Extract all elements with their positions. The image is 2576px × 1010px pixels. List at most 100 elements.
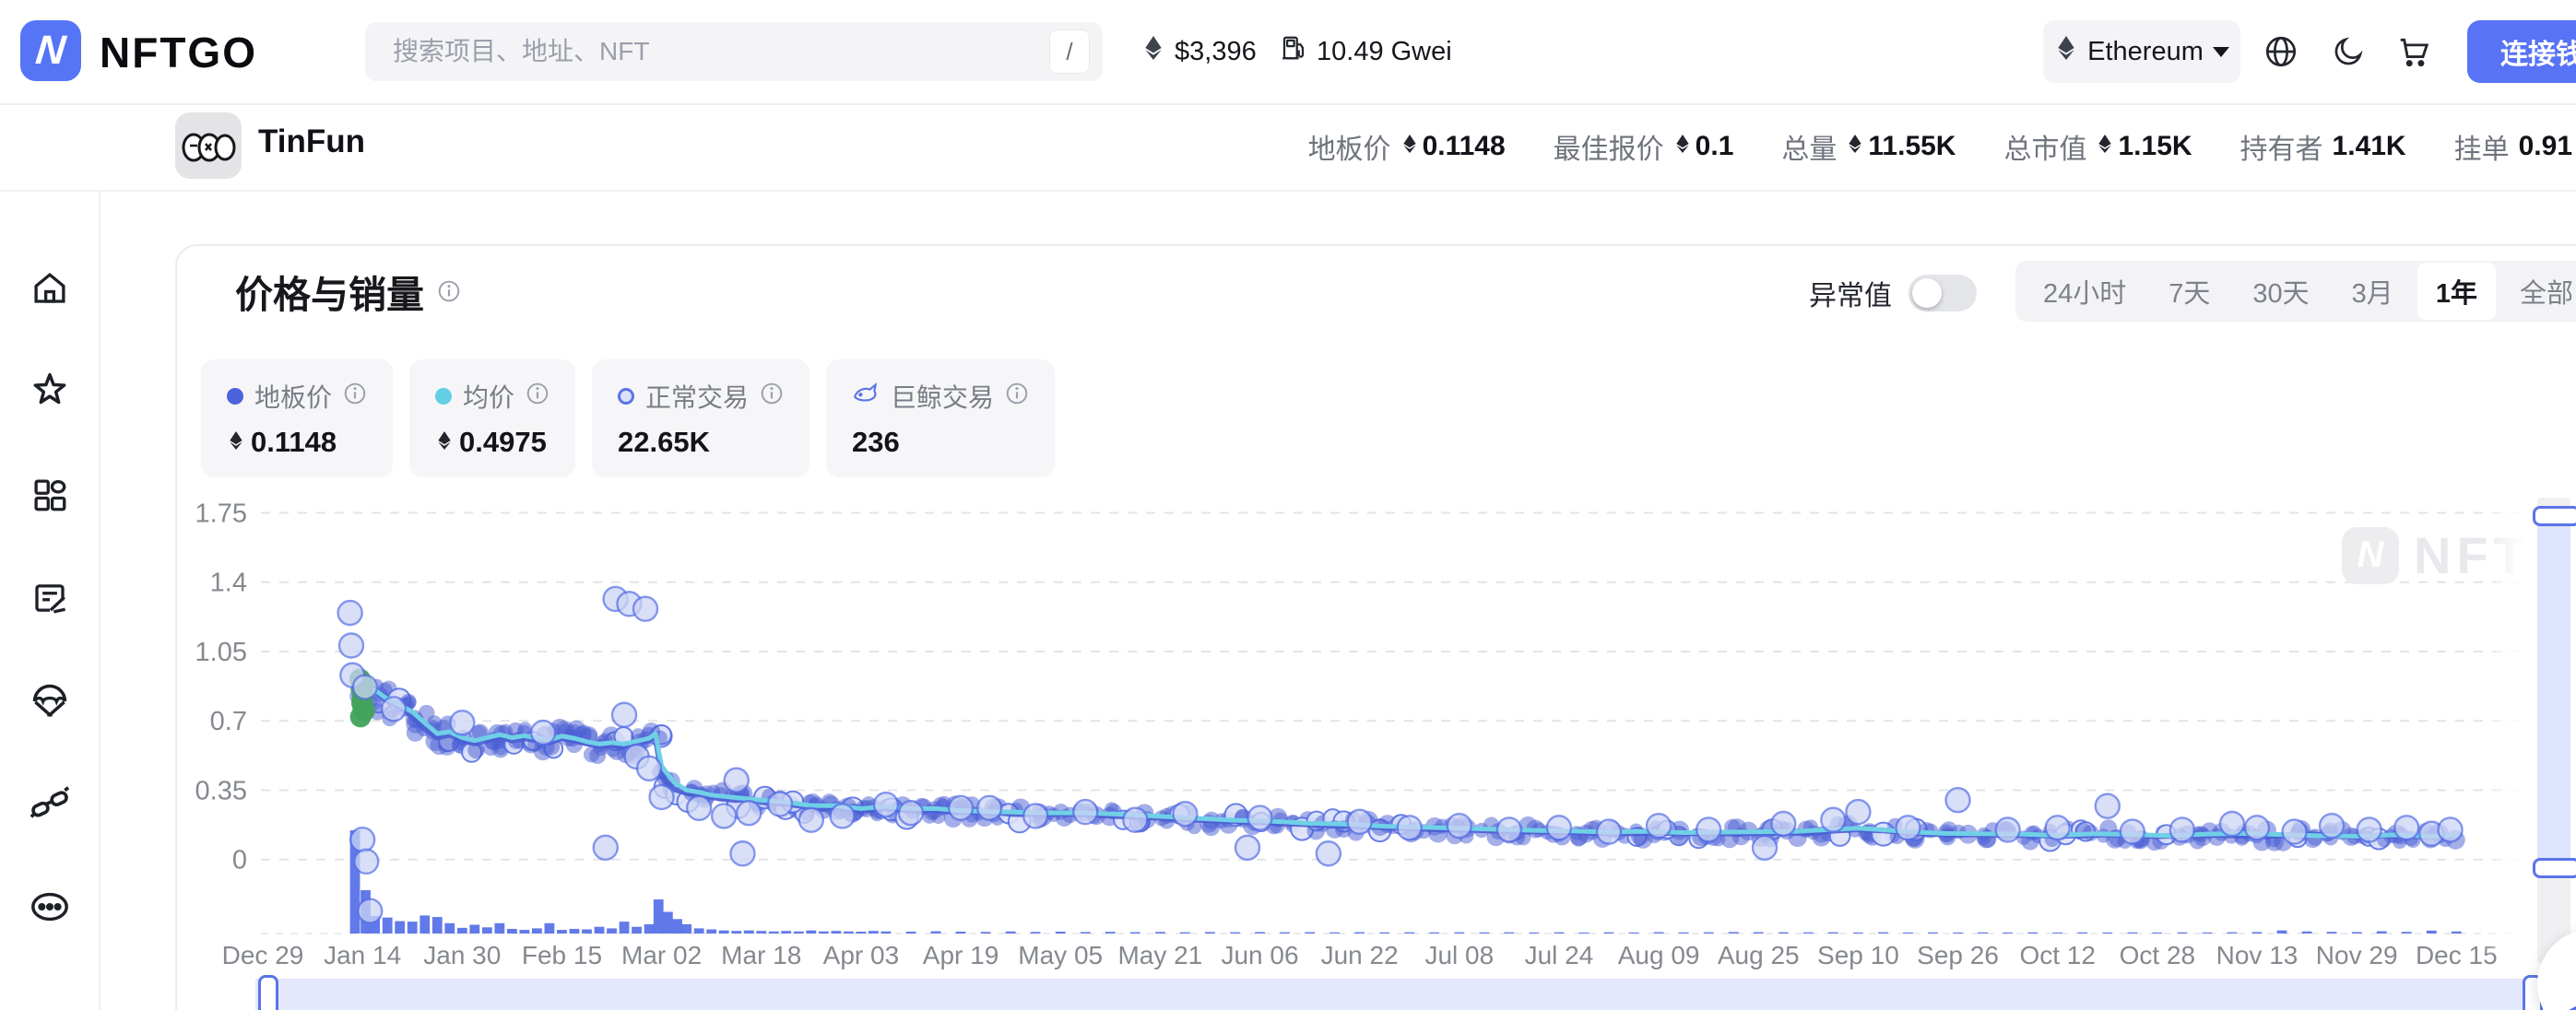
- star-icon: [30, 371, 70, 417]
- info-icon[interactable]: [437, 279, 461, 303]
- x-tick-label: Sep 26: [1917, 941, 1999, 969]
- stat-label: 总市值: [2003, 126, 2086, 167]
- legend-value: 22.65K: [618, 426, 710, 459]
- collection-bar: TinFun 地板价 0.1148 最佳报价 0.1 总量 11.55K 总市值…: [0, 103, 2576, 192]
- stat-value: 11.55K: [1846, 131, 1956, 162]
- outlier-control: 异常值: [1809, 273, 1977, 313]
- x-tick-label: May 21: [1117, 941, 1202, 969]
- cart-button[interactable]: [2393, 33, 2434, 74]
- nftgo-watermark-logo-icon: N: [2342, 527, 2399, 584]
- y-tick-label: 1.75: [195, 499, 247, 528]
- x-tick-label: Aug 25: [1718, 941, 1800, 969]
- legend-card-正常交易[interactable]: 正常交易22.65K: [592, 359, 809, 477]
- nftgo-page: 1.751.41.050.70.350Dec 29Jan 14Jan 30Feb…: [0, 0, 2576, 1010]
- collection-stat: 最佳报价 0.1: [1554, 126, 1734, 167]
- range-pill-3月[interactable]: 3月: [2334, 263, 2412, 320]
- collection-stats: 地板价 0.1148 最佳报价 0.1 总量 11.55K 总市值 1.15K …: [1308, 103, 2576, 190]
- legend-value: 236: [852, 426, 900, 459]
- collection-stat: 总市值 1.15K: [2003, 126, 2192, 167]
- sidebar-item-airdrop[interactable]: [24, 677, 76, 729]
- info-icon[interactable]: [526, 382, 549, 412]
- x-brush-handle-left[interactable]: [258, 975, 278, 1010]
- stat-label: 持有者: [2240, 126, 2323, 167]
- sidebar-item-more[interactable]: [24, 883, 76, 934]
- eth-icon: [1673, 131, 1692, 162]
- collection-stat: 总量 11.55K: [1781, 126, 1956, 167]
- legend-card-均价[interactable]: 均价0.4975: [409, 359, 575, 477]
- y-brush-handle-bottom[interactable]: [2533, 858, 2576, 878]
- gas-value: 10.49 Gwei: [1317, 37, 1452, 67]
- gas-indicator: 10.49 Gwei: [1280, 0, 1452, 103]
- x-brush-selection[interactable]: [255, 979, 2535, 1010]
- y-tick-label: 0: [232, 846, 247, 875]
- info-icon[interactable]: [760, 382, 784, 412]
- network-name: Ethereum: [2087, 37, 2204, 67]
- legend-label: 巨鲸交易: [891, 378, 994, 415]
- connections-icon: [29, 782, 71, 829]
- y-brush-handle-top[interactable]: [2533, 506, 2576, 526]
- x-tick-label: Mar 18: [721, 941, 801, 969]
- cart-icon: [2396, 34, 2431, 74]
- network-select[interactable]: Ethereum: [2043, 20, 2240, 83]
- dark-mode-button[interactable]: [2328, 33, 2369, 74]
- y-brush-selection[interactable]: [2537, 513, 2570, 865]
- outlier-label: 异常值: [1809, 273, 1892, 313]
- eth-price: $3,396: [1175, 37, 1257, 67]
- language-globe-button[interactable]: [2261, 33, 2301, 74]
- legend-card-巨鲸交易[interactable]: 巨鲸交易 236: [826, 359, 1055, 477]
- time-range-group: 24小时7天30天3月1年全部: [2015, 261, 2576, 322]
- x-tick-label: May 05: [1018, 941, 1103, 969]
- sidebar-item-mint-form[interactable]: [24, 574, 76, 626]
- x-tick-label: Jul 24: [1525, 941, 1594, 969]
- stat-value: 0.1: [1673, 131, 1734, 162]
- toggle-knob: [1912, 278, 1942, 308]
- search-box[interactable]: /: [365, 22, 1103, 81]
- search-shortcut-key: /: [1049, 29, 1090, 74]
- range-pill-30天[interactable]: 30天: [2234, 263, 2327, 320]
- legend-value: 0.4975: [459, 426, 547, 459]
- y-tick-label: 0.7: [210, 707, 247, 736]
- airdrop-icon: [30, 681, 70, 726]
- range-pill-全部[interactable]: 全部: [2501, 263, 2576, 320]
- collection-stat: 挂单 0.91: [2454, 126, 2572, 167]
- sidebar-item-connections[interactable]: [24, 780, 76, 831]
- brand-wordmark[interactable]: NFTGO: [100, 28, 257, 77]
- globe-icon: [2263, 34, 2298, 74]
- y-tick-label: 1.05: [195, 638, 247, 667]
- range-pill-24小时[interactable]: 24小时: [2025, 263, 2145, 320]
- legend-card-地板价[interactable]: 地板价0.1148: [201, 359, 393, 477]
- x-tick-label: Nov 29: [2316, 941, 2398, 969]
- legend-dot-icon: [227, 388, 243, 405]
- sidebar-item-dashboard[interactable]: [24, 471, 76, 523]
- connect-wallet-button[interactable]: 连接钱包: [2467, 20, 2576, 83]
- info-icon[interactable]: [1005, 382, 1029, 412]
- dashboard-icon: [30, 476, 69, 519]
- y-tick-label: 1.4: [210, 569, 247, 598]
- eth-icon: [2096, 131, 2114, 162]
- nftgo-logo-icon[interactable]: N: [20, 20, 81, 81]
- x-tick-label: Apr 03: [823, 941, 900, 969]
- stat-value: 0.91: [2519, 131, 2572, 162]
- range-pill-1年[interactable]: 1年: [2417, 263, 2496, 320]
- x-tick-label: Jan 30: [423, 941, 501, 969]
- x-tick-label: Oct 12: [2019, 941, 2095, 969]
- range-pill-7天[interactable]: 7天: [2150, 263, 2228, 320]
- x-tick-label: Aug 09: [1618, 941, 1700, 969]
- legend-ring-icon: [618, 388, 634, 405]
- info-icon[interactable]: [343, 382, 367, 412]
- stat-label: 总量: [1781, 126, 1837, 167]
- eth-icon: [1141, 34, 1165, 69]
- eth-icon: [2054, 34, 2078, 69]
- collection-stat: 持有者 1.41K: [2240, 126, 2406, 167]
- x-tick-label: Oct 28: [2120, 941, 2195, 969]
- chart-title-row: 价格与销量: [235, 264, 461, 319]
- collection-avatar[interactable]: [175, 112, 242, 179]
- x-tick-label: Mar 02: [621, 941, 702, 969]
- sidebar-item-home[interactable]: [24, 264, 76, 316]
- sidebar-item-star[interactable]: [24, 368, 76, 419]
- x-tick-label: Feb 15: [522, 941, 602, 969]
- outlier-toggle[interactable]: [1908, 275, 1977, 311]
- chat-launcher-logo: [2548, 1001, 2576, 1010]
- eth-icon: [1400, 131, 1419, 162]
- search-input[interactable]: [391, 36, 1049, 67]
